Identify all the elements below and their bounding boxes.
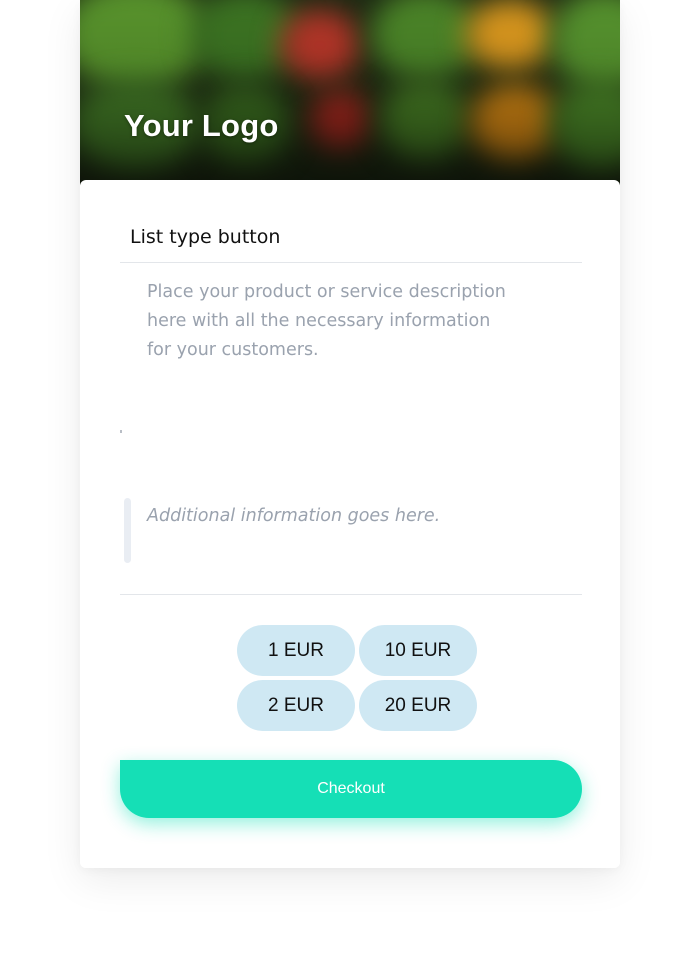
- quote-bar: [124, 498, 131, 563]
- amount-button-1-eur[interactable]: 1 EUR: [237, 625, 355, 676]
- product-panel: List type button Place your product or s…: [80, 180, 620, 868]
- amount-button-2-eur[interactable]: 2 EUR: [237, 680, 355, 731]
- logo-text: Your Logo: [124, 108, 279, 143]
- amount-button-20-eur[interactable]: 20 EUR: [359, 680, 477, 731]
- amount-button-10-eur[interactable]: 10 EUR: [359, 625, 477, 676]
- product-title: List type button: [130, 226, 281, 248]
- divider: [120, 594, 582, 595]
- additional-information: Additional information goes here.: [147, 506, 441, 526]
- decorative-mark: [120, 430, 122, 433]
- payment-card: Your Logo List type button Place your pr…: [80, 0, 620, 868]
- header-banner-image: Your Logo: [80, 0, 620, 186]
- divider: [120, 262, 582, 263]
- product-description: Place your product or service descriptio…: [147, 282, 506, 360]
- checkout-button[interactable]: Checkout: [120, 760, 582, 818]
